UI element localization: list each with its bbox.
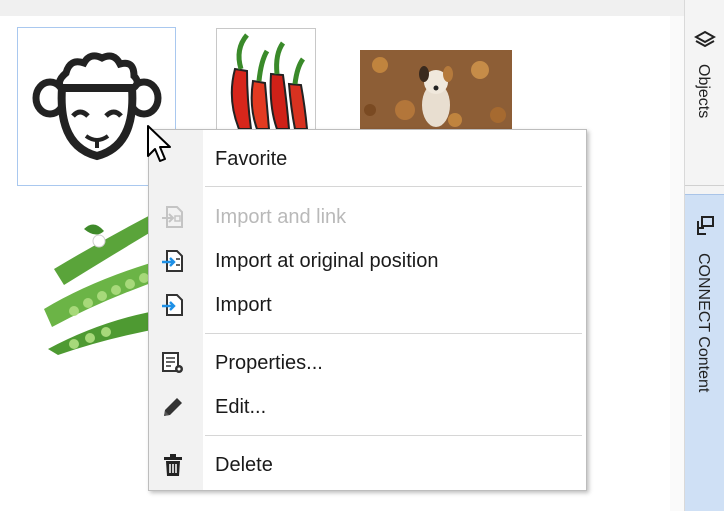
context-menu: Favorite Import and link Import at origi… — [148, 129, 587, 491]
connect-icon — [697, 216, 714, 235]
properties-icon — [162, 352, 183, 373]
import-link-icon — [162, 206, 183, 228]
menu-item-favorite[interactable]: Favorite — [149, 139, 586, 179]
tab-connect-content[interactable]: CONNECT Content — [685, 194, 724, 511]
menu-item-label: Properties... — [215, 352, 323, 374]
scrollbar[interactable] — [670, 16, 684, 511]
tab-objects-label: Objects — [695, 64, 712, 119]
menu-item-import-and-link[interactable]: Import and link — [149, 197, 586, 237]
import-icon — [162, 294, 183, 316]
menu-separator — [205, 435, 582, 436]
docker-panel: Objects CONNECT Content — [684, 0, 724, 511]
pencil-icon — [164, 398, 182, 416]
menu-separator — [205, 333, 582, 334]
layers-icon — [694, 30, 716, 48]
menu-item-label: Delete — [215, 454, 273, 476]
import-original-icon — [162, 250, 183, 272]
menu-separator — [205, 186, 582, 187]
trash-icon — [164, 454, 182, 476]
menu-item-delete[interactable]: Delete — [149, 445, 586, 485]
menu-item-edit[interactable]: Edit... — [149, 387, 586, 427]
thumbnail-chili[interactable] — [216, 28, 316, 130]
mouse-pointer-icon — [147, 125, 171, 162]
menu-item-properties[interactable]: Properties... — [149, 343, 586, 383]
menu-item-import[interactable]: Import — [149, 285, 586, 325]
thumbnail-dog[interactable] — [360, 50, 512, 130]
menu-item-label: Favorite — [215, 148, 288, 170]
tab-connect-label: CONNECT Content — [695, 253, 712, 393]
tab-objects[interactable]: Objects — [685, 16, 724, 186]
menu-item-import-original-position[interactable]: Import at original position — [149, 241, 586, 281]
chili-icon — [230, 33, 309, 130]
menu-item-label: Edit... — [215, 396, 267, 418]
menu-item-label: Import and link — [215, 206, 347, 228]
menu-item-label: Import — [215, 294, 272, 316]
dog-photo — [360, 50, 512, 130]
menu-item-label: Import at original position — [215, 250, 439, 272]
toolbar-strip — [0, 0, 684, 16]
